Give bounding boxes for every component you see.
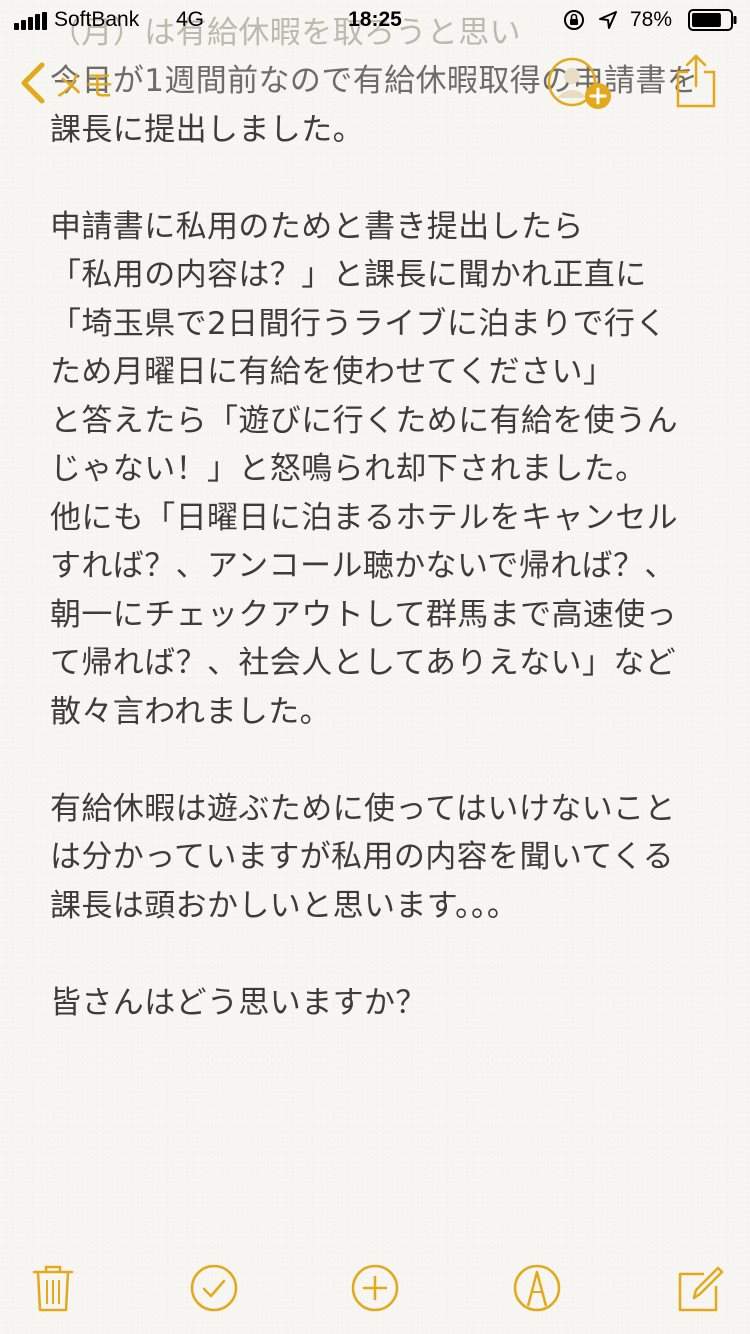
note-blank-line xyxy=(50,736,730,785)
add-person-button[interactable] xyxy=(546,56,616,112)
checklist-button[interactable] xyxy=(189,1262,239,1314)
note-line: すれば？、アンコール聴かないで帰れば？、 xyxy=(50,548,676,584)
battery-icon xyxy=(688,9,737,31)
navigation-bar: メモ xyxy=(0,40,750,128)
note-blank-line xyxy=(50,154,730,203)
note-line: じゃない！」と怒鳴られ却下されました。 xyxy=(50,451,647,487)
checklist-icon xyxy=(190,1264,238,1312)
add-button[interactable] xyxy=(350,1262,400,1314)
note-line: ため月曜日に有給を使わせてください」 xyxy=(50,354,615,390)
status-bar: SoftBank 4G 18:25 78% xyxy=(0,0,750,40)
trash-icon xyxy=(32,1265,74,1312)
compose-button[interactable] xyxy=(674,1262,724,1314)
note-line: 他にも「日曜日に泊まるホテルをキャンセル xyxy=(50,499,678,536)
lock-rotation-icon xyxy=(564,10,584,30)
delete-button[interactable] xyxy=(28,1262,78,1314)
note-line: て帰れば？、社会人としてありえない」など xyxy=(50,645,677,681)
note-line: 皆さんはどう思いますか？ xyxy=(50,984,427,1021)
share-icon xyxy=(676,54,716,108)
note-line: と答えたら「遊びに行くために有給を使うん xyxy=(50,402,678,439)
bottom-toolbar xyxy=(0,1246,750,1334)
add-person-icon xyxy=(547,57,611,109)
sketch-icon xyxy=(513,1264,561,1312)
location-icon xyxy=(599,11,617,29)
note-line: 申請書に私用のためと書き提出したら xyxy=(50,208,584,245)
note-line: 「埼玉県で2日間行うライブに泊まりで行く xyxy=(50,305,667,342)
note-blank-line xyxy=(50,930,730,979)
add-icon xyxy=(351,1264,399,1312)
back-button[interactable]: メモ xyxy=(18,58,138,108)
note-line: 散々言われました。 xyxy=(50,693,332,730)
note-line: 課長は頭おかしいと思います。。。 xyxy=(50,887,519,924)
compose-icon xyxy=(678,1266,724,1312)
sketch-button[interactable] xyxy=(512,1262,562,1314)
note-content: お客様のことを詰まって帰りが遅くなるため （月）は有給休暇を取ろうと思い 今日が… xyxy=(50,0,730,1027)
note-line: 朝一にチェックアウトして群馬まで高速使っ xyxy=(50,596,678,633)
share-button[interactable] xyxy=(674,52,718,110)
note-line: は分かっていますが私用の内容を聞いてくる xyxy=(50,839,674,875)
back-label: メモ xyxy=(54,69,114,104)
note-line: 有給休暇は遊ぶために使ってはいけないこと xyxy=(50,790,676,827)
chevron-left-icon xyxy=(21,62,45,104)
note-text-area[interactable]: お客様のことを詰まって帰りが遅くなるため （月）は有給休暇を取ろうと思い 今日が… xyxy=(50,0,730,1250)
battery-percent: 78% xyxy=(630,8,673,31)
note-line: 「私用の内容は？」と課長に聞かれ正直に xyxy=(50,257,647,293)
